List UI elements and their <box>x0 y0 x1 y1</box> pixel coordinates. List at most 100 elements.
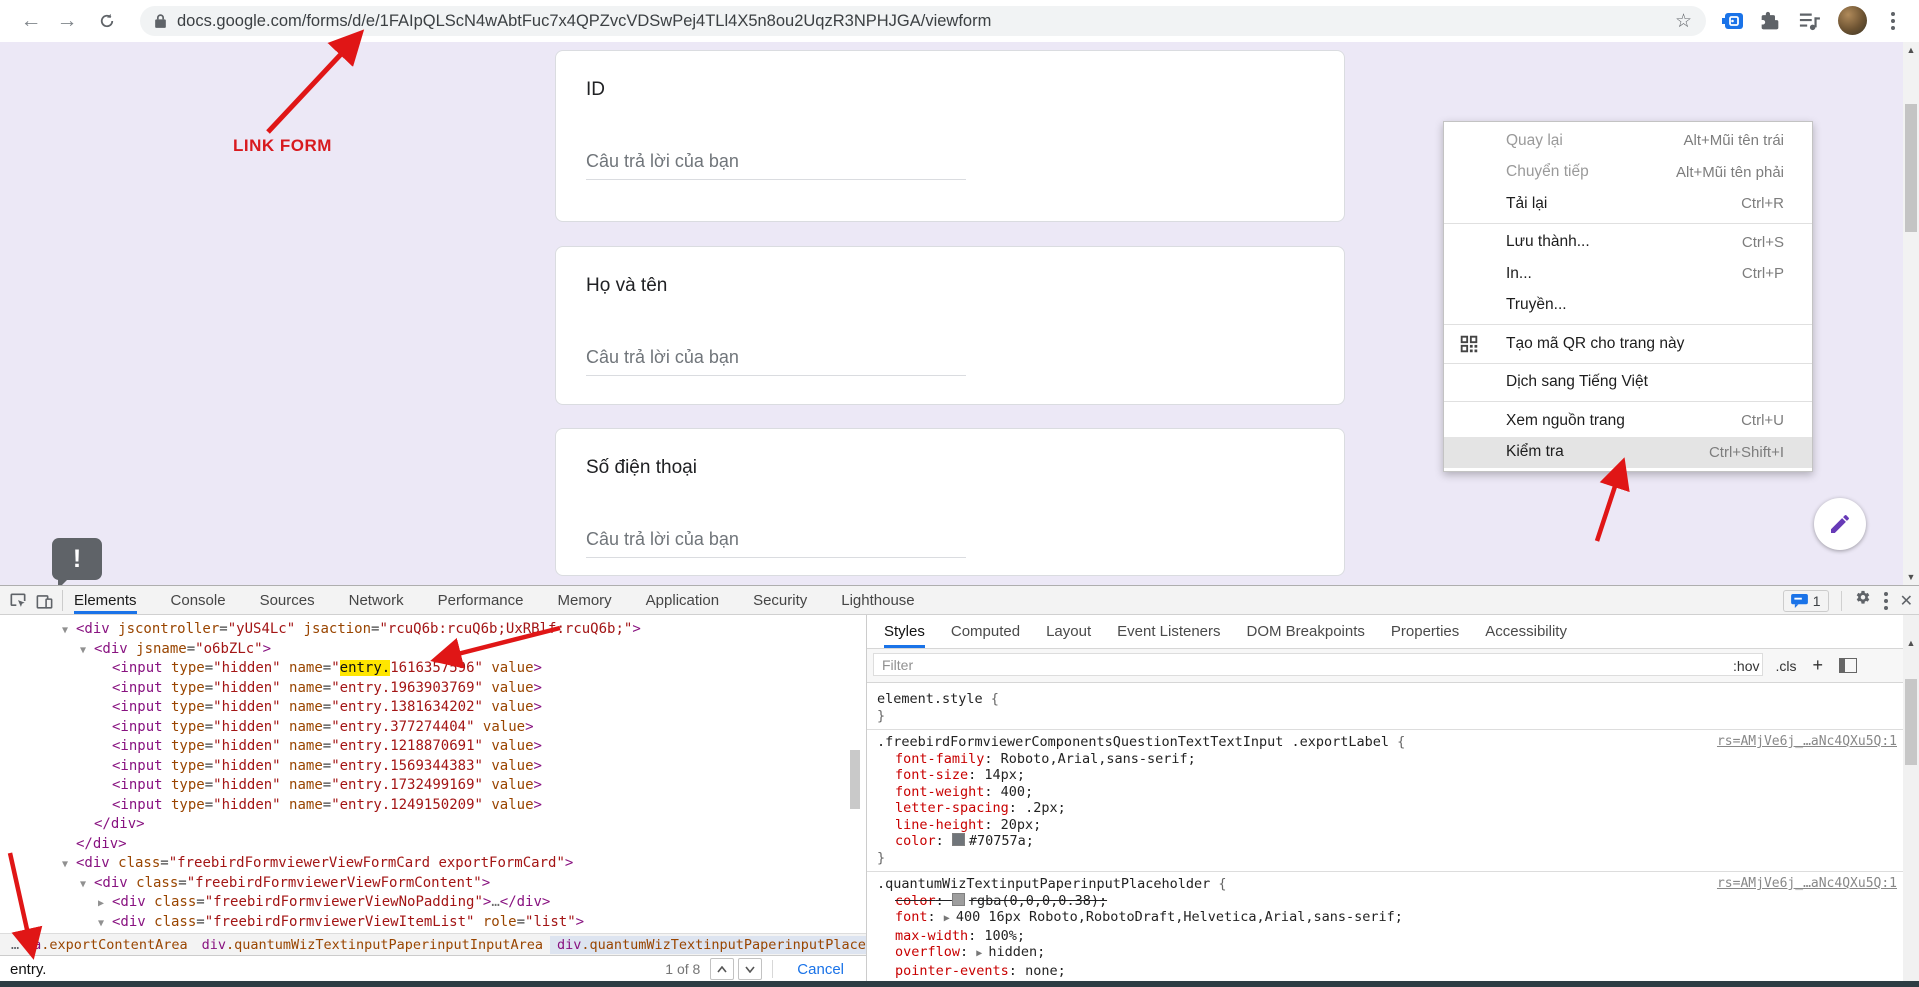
dom-tree-line[interactable]: ▼<div jscontroller="yUS4Lc" jsaction="rc… <box>0 620 848 640</box>
inspect-element-icon[interactable] <box>6 589 30 613</box>
answer-input[interactable]: Câu trả lời của bạn <box>586 339 966 376</box>
dom-tree-line[interactable]: ▼<div jsname="o6bZLc"> <box>0 640 848 660</box>
css-selector[interactable]: .quantumWizTextinputPaperinputPlaceholde… <box>877 876 1210 892</box>
dom-tree-line[interactable]: <input type="hidden" name="entry.1732499… <box>0 776 848 796</box>
cls-toggle[interactable]: .cls <box>1775 658 1796 674</box>
tab-elements[interactable]: Elements <box>74 586 137 614</box>
dom-tree-line[interactable]: <input type="hidden" name="entry.1616357… <box>0 659 848 679</box>
context-menu-item[interactable]: Truyền... <box>1444 290 1812 322</box>
tab-console[interactable]: Console <box>171 586 226 614</box>
edit-fab-button[interactable] <box>1814 498 1866 550</box>
tab-security[interactable]: Security <box>753 586 807 614</box>
scroll-up-icon[interactable]: ▲ <box>1903 635 1919 651</box>
search-input[interactable] <box>8 960 665 979</box>
expand-arrow-icon[interactable]: ▶ <box>976 948 988 959</box>
dom-tree-line[interactable]: <input type="hidden" name="entry.1381634… <box>0 698 848 718</box>
tab-performance[interactable]: Performance <box>438 586 524 614</box>
context-menu-item[interactable]: Tạo mã QR cho trang này <box>1444 328 1812 360</box>
page-scrollbar-thumb[interactable] <box>1905 104 1917 232</box>
elements-scrollbar-thumb[interactable] <box>850 750 860 809</box>
styles-tab-event-listeners[interactable]: Event Listeners <box>1117 615 1220 648</box>
breadcrumb-item[interactable]: a.exportContentArea <box>26 936 194 954</box>
devtools-close-icon[interactable]: ✕ <box>1900 591 1913 611</box>
avatar[interactable] <box>1838 6 1867 35</box>
dom-tree-line[interactable]: <input type="hidden" name="entry.1218870… <box>0 737 848 757</box>
css-property[interactable]: font-weight: 400; <box>877 784 1897 801</box>
context-menu-item[interactable]: Chuyển tiếpAlt+Mũi tên phải <box>1444 157 1812 189</box>
context-menu-item[interactable]: Lưu thành...Ctrl+S <box>1444 227 1812 259</box>
color-swatch-icon[interactable] <box>952 833 965 846</box>
media-queue-icon[interactable] <box>1796 8 1822 34</box>
devtools-menu-icon[interactable] <box>1884 592 1888 610</box>
scroll-down-icon[interactable]: ▼ <box>1903 569 1919 585</box>
extensions-puzzle-icon[interactable] <box>1757 8 1783 34</box>
search-cancel-button[interactable]: Cancel <box>797 961 844 978</box>
dom-tree-line[interactable]: ▼<div class="freebirdFormviewerViewFormC… <box>0 854 848 874</box>
browser-menu-icon[interactable] <box>1880 8 1906 34</box>
tab-memory[interactable]: Memory <box>558 586 612 614</box>
tab-network[interactable]: Network <box>349 586 404 614</box>
dom-tree-line[interactable]: <input type="hidden" name="entry.1963903… <box>0 679 848 699</box>
dom-tree-line[interactable]: </div> <box>0 835 848 855</box>
issues-badge[interactable]: 1 <box>1783 590 1829 612</box>
color-swatch-icon[interactable] <box>952 893 965 906</box>
css-property[interactable]: font-size: 14px; <box>877 767 1897 784</box>
stylesheet-link[interactable]: rs=AMjVe6j_…aNc4QXu5Q:1 <box>1717 876 1897 891</box>
reload-icon[interactable] <box>92 6 122 36</box>
report-abuse-icon[interactable]: ! <box>52 538 102 580</box>
device-toolbar-icon[interactable] <box>32 589 56 613</box>
context-menu-item[interactable]: Dịch sang Tiếng Việt <box>1444 367 1812 399</box>
dom-tree-line[interactable]: ▼<div class="freebirdFormviewerViewItemL… <box>0 913 848 933</box>
context-menu-item[interactable]: Tải lạiCtrl+R <box>1444 188 1812 220</box>
css-property[interactable]: overflow: ▶ hidden; <box>877 944 1897 963</box>
styles-scrollbar-thumb[interactable] <box>1905 679 1917 765</box>
hov-toggle[interactable]: :hov <box>1733 658 1759 674</box>
scroll-up-icon[interactable]: ▲ <box>1903 42 1919 58</box>
styles-tab-accessibility[interactable]: Accessibility <box>1485 615 1567 648</box>
css-property[interactable]: font-family: Roboto,Arial,sans-serif; <box>877 751 1897 768</box>
styles-tab-properties[interactable]: Properties <box>1391 615 1459 648</box>
expand-arrow-icon[interactable]: ▶ <box>98 894 112 914</box>
page-scrollbar[interactable]: ▲ ▼ <box>1903 42 1919 585</box>
context-menu-item[interactable]: Kiểm traCtrl+Shift+I <box>1444 437 1812 469</box>
css-property[interactable]: pointer-events: none; <box>877 963 1897 980</box>
css-property[interactable]: color: #70757a; <box>877 833 1897 850</box>
styles-tab-dom-breakpoints[interactable]: DOM Breakpoints <box>1247 615 1365 648</box>
answer-input[interactable]: Câu trả lời của bạn <box>586 521 966 558</box>
expand-arrow-icon[interactable]: ▼ <box>80 875 94 895</box>
dom-tree-line[interactable]: </div> <box>0 815 848 835</box>
css-property[interactable]: max-width: 100%; <box>877 928 1897 945</box>
expand-arrow-icon[interactable]: ▼ <box>62 855 76 875</box>
new-style-rule-button[interactable]: + <box>1812 655 1823 676</box>
css-property[interactable]: line-height: 20px; <box>877 817 1897 834</box>
search-next-button[interactable] <box>738 958 762 980</box>
dom-tree-line[interactable]: <input type="hidden" name="entry.3772744… <box>0 718 848 738</box>
css-property[interactable]: letter-spacing: .2px; <box>877 800 1897 817</box>
address-bar[interactable]: docs.google.com/forms/d/e/1FAIpQLScN4wAb… <box>140 6 1706 36</box>
context-menu-item[interactable]: Xem nguồn trangCtrl+U <box>1444 405 1812 437</box>
css-selector[interactable]: .freebirdFormviewerComponentsQuestionTex… <box>877 734 1389 750</box>
expand-arrow-icon[interactable]: ▼ <box>62 621 76 641</box>
dom-tree-line[interactable]: <input type="hidden" name="entry.1249150… <box>0 796 848 816</box>
back-icon[interactable]: ← <box>16 6 46 36</box>
expand-arrow-icon[interactable]: ▼ <box>98 914 112 934</box>
dom-tree-line[interactable]: ▼<div class="freebirdFormviewerViewFormC… <box>0 874 848 894</box>
breadcrumb-item[interactable]: div.quantumWizTextinputPaperinputInputAr… <box>195 936 550 954</box>
extension-tag-icon[interactable] <box>1720 8 1746 34</box>
context-menu-item[interactable]: In...Ctrl+P <box>1444 258 1812 290</box>
forward-icon[interactable]: → <box>52 6 82 36</box>
context-menu-item[interactable]: Quay lạiAlt+Mũi tên trái <box>1444 125 1812 157</box>
bookmark-star-icon[interactable]: ☆ <box>1675 10 1692 33</box>
search-prev-button[interactable] <box>710 958 734 980</box>
css-property[interactable]: font: ▶ 400 16px Roboto,RobotoDraft,Helv… <box>877 909 1897 928</box>
styles-tab-styles[interactable]: Styles <box>884 615 925 648</box>
tab-application[interactable]: Application <box>646 586 719 614</box>
expand-arrow-icon[interactable]: ▶ <box>944 913 956 924</box>
styles-scrollbar[interactable]: ▲ <box>1903 615 1919 987</box>
tab-sources[interactable]: Sources <box>260 586 315 614</box>
pane-layout-icon[interactable] <box>1839 658 1857 673</box>
styles-tab-layout[interactable]: Layout <box>1046 615 1091 648</box>
tab-lighthouse[interactable]: Lighthouse <box>841 586 914 614</box>
styles-tab-computed[interactable]: Computed <box>951 615 1020 648</box>
css-selector[interactable]: element.style <box>877 691 983 707</box>
